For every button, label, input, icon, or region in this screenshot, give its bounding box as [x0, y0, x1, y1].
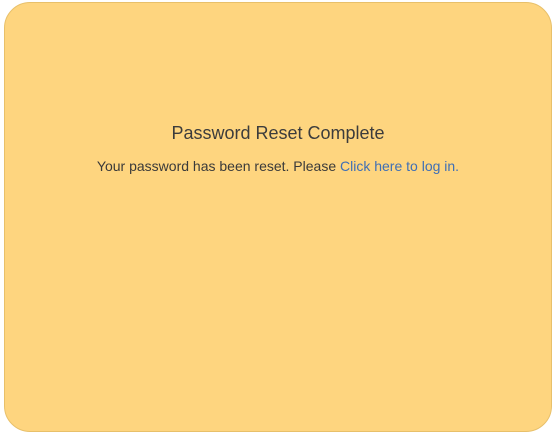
- password-reset-card: Password Reset Complete Your password ha…: [4, 2, 552, 432]
- page-title: Password Reset Complete: [171, 123, 385, 143]
- reset-message: Your password has been reset. Please Cli…: [5, 156, 551, 176]
- login-link[interactable]: Click here to log in.: [340, 158, 459, 174]
- reset-message-text: Your password has been reset. Please: [96, 158, 341, 174]
